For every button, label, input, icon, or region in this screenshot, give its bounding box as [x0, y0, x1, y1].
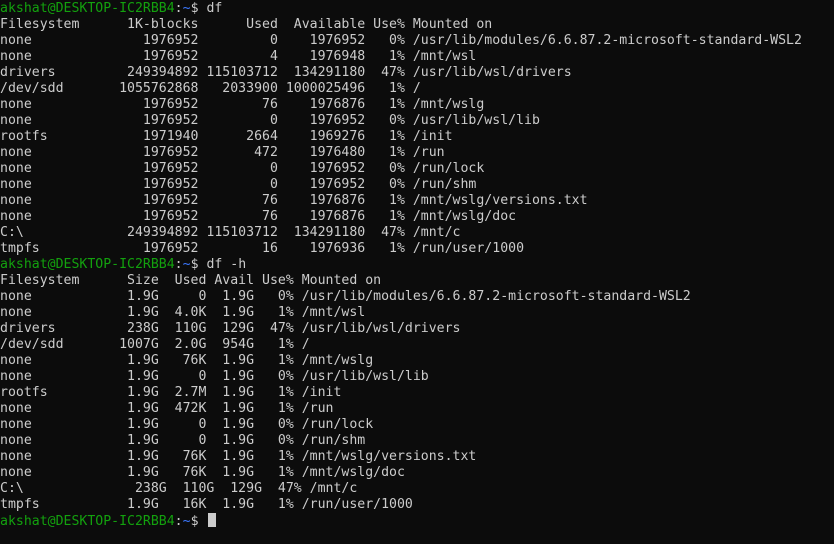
- terminal-window[interactable]: akshat@DESKTOP-IC2RBB4:~$ df Filesystem 1…: [0, 0, 834, 544]
- prompt-colon: :: [174, 1, 183, 16]
- output-line: C:\ 238G 110G 129G 47% /mnt/c: [0, 481, 358, 496]
- output-line: none 1.9G 4.0K 1.9G 1% /mnt/wsl: [0, 305, 366, 320]
- prompt-symbol: $: [190, 257, 199, 272]
- prompt-user-host: akshat@DESKTOP-IC2RBB4: [0, 514, 175, 529]
- prompt-line: akshat@DESKTOP-IC2RBB4:~$ df -h: [0, 257, 834, 273]
- text-cursor[interactable]: [208, 513, 217, 527]
- prompt-line: akshat@DESKTOP-IC2RBB4:~$ df: [0, 1, 834, 17]
- output-line: Filesystem Size Used Avail Use% Mounted …: [0, 273, 382, 288]
- output-line: none 1976952 76 1976876 1% /mnt/wslg/ver…: [0, 193, 588, 208]
- output-line: /dev/sdd 1055762868 2033900 1000025496 1…: [0, 81, 421, 96]
- prompt-colon: :: [174, 514, 183, 529]
- output-line: drivers 249394892 115103712 134291180 47…: [0, 65, 572, 80]
- output-line: C:\ 249394892 115103712 134291180 47% /m…: [0, 225, 461, 240]
- prompt-path: ~: [182, 257, 191, 272]
- output-line: none 1976952 0 1976952 0% /run/lock: [0, 161, 485, 176]
- output-line: none 1.9G 76K 1.9G 1% /mnt/wslg/versions…: [0, 449, 477, 464]
- command-text: df: [206, 1, 223, 16]
- output-line: rootfs 1.9G 2.7M 1.9G 1% /init: [0, 385, 342, 400]
- output-line: none 1976952 76 1976876 1% /mnt/wslg/doc: [0, 209, 517, 224]
- prompt-line: akshat@DESKTOP-IC2RBB4:~$: [0, 513, 834, 529]
- output-line: tmpfs 1976952 16 1976936 1% /run/user/10…: [0, 241, 525, 256]
- prompt-path: ~: [182, 1, 191, 16]
- output-line: drivers 238G 110G 129G 47% /usr/lib/wsl/…: [0, 321, 461, 336]
- output-line: none 1976952 4 1976948 1% /mnt/wsl: [0, 49, 477, 64]
- prompt-symbol: $: [190, 1, 199, 16]
- output-line: none 1976952 76 1976876 1% /mnt/wslg: [0, 97, 485, 112]
- output-line: none 1.9G 76K 1.9G 1% /mnt/wslg/doc: [0, 465, 405, 480]
- output-line: none 1976952 0 1976952 0% /run/shm: [0, 177, 477, 192]
- output-line: /dev/sdd 1007G 2.0G 954G 1% /: [0, 337, 310, 352]
- prompt-user-host: akshat@DESKTOP-IC2RBB4: [0, 1, 175, 16]
- prompt-symbol: $: [190, 514, 199, 529]
- output-line: Filesystem 1K-blocks Used Available Use%…: [0, 17, 493, 32]
- output-line: none 1.9G 0 1.9G 0% /usr/lib/modules/6.6…: [0, 289, 691, 304]
- output-line: none 1.9G 0 1.9G 0% /run/lock: [0, 417, 374, 432]
- output-line: none 1.9G 0 1.9G 0% /usr/lib/wsl/lib: [0, 369, 429, 384]
- command-text: df -h: [206, 257, 247, 272]
- output-line: none 1.9G 0 1.9G 0% /run/shm: [0, 433, 366, 448]
- output-line: none 1.9G 76K 1.9G 1% /mnt/wslg: [0, 353, 374, 368]
- output-line: none 1976952 0 1976952 0% /usr/lib/modul…: [0, 33, 802, 48]
- output-line: none 1.9G 472K 1.9G 1% /run: [0, 401, 334, 416]
- output-line: tmpfs 1.9G 16K 1.9G 1% /run/user/1000: [0, 497, 413, 512]
- prompt-user-host: akshat@DESKTOP-IC2RBB4: [0, 257, 175, 272]
- prompt-path: ~: [182, 514, 191, 529]
- prompt-colon: :: [174, 257, 183, 272]
- output-line: rootfs 1971940 2664 1969276 1% /init: [0, 129, 453, 144]
- output-line: none 1976952 472 1976480 1% /run: [0, 145, 445, 160]
- output-line: none 1976952 0 1976952 0% /usr/lib/wsl/l…: [0, 113, 540, 128]
